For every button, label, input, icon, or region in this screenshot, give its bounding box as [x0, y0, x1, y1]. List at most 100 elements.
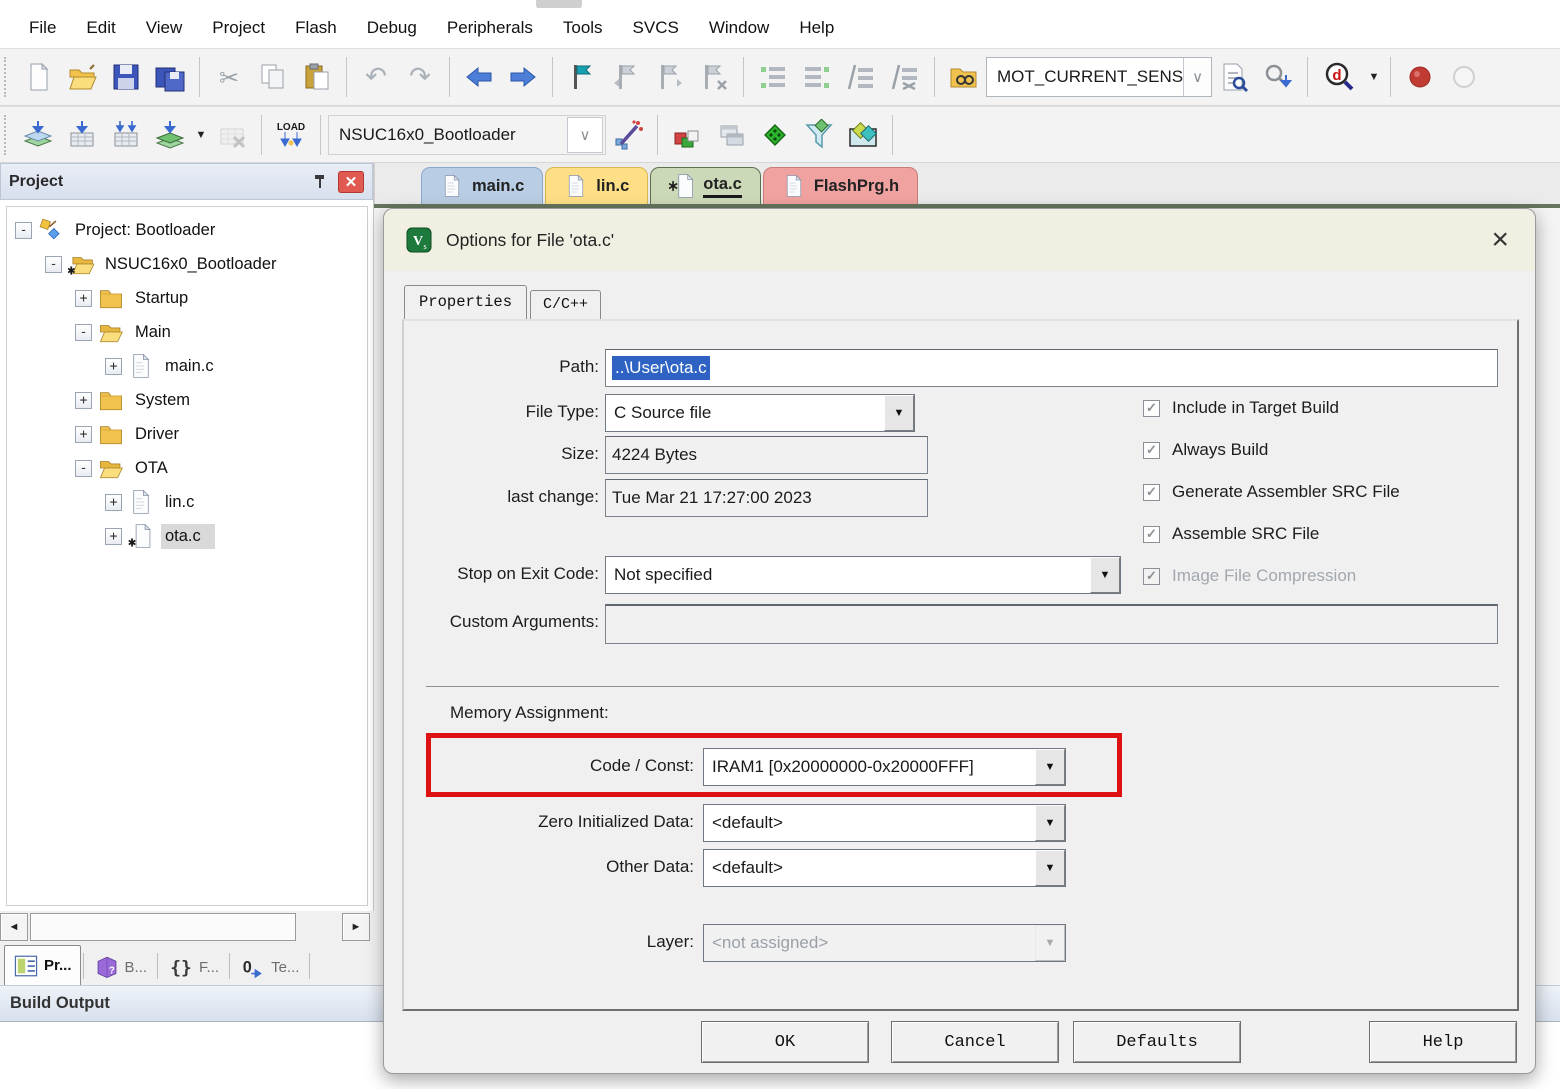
breakpoint-off-button[interactable]	[1442, 55, 1486, 99]
path-field[interactable]: ..\User\ota.c	[605, 349, 1498, 387]
expand-plus-icon[interactable]: +	[105, 494, 122, 511]
cancel-button[interactable]: Cancel	[891, 1021, 1059, 1063]
tree-item-ota[interactable]: - OTA	[7, 451, 367, 485]
next-bookmark-button[interactable]	[648, 55, 692, 99]
other-data-dropdown-icon[interactable]: ▼	[1035, 850, 1065, 886]
dialog-close-icon[interactable]: ×	[1485, 225, 1515, 255]
indent-button[interactable]	[751, 55, 795, 99]
comment-button[interactable]	[839, 55, 883, 99]
menu-project[interactable]: Project	[197, 12, 280, 44]
checkbox-check-icon[interactable]: ✓	[1143, 442, 1160, 459]
tab-properties[interactable]: Properties	[404, 285, 527, 319]
batch-build-caret-icon[interactable]: ▼	[192, 113, 210, 157]
prev-bookmark-button[interactable]	[604, 55, 648, 99]
panel-tab-b[interactable]: ?B...	[86, 949, 156, 985]
undo-button[interactable]: ↶	[354, 55, 398, 99]
cut-button[interactable]: ✂	[207, 55, 251, 99]
target-select-dropdown-icon[interactable]: ∨	[567, 117, 603, 153]
breakpoint-red-button[interactable]	[1398, 55, 1442, 99]
tree-item-ota-c[interactable]: + ota.c	[7, 519, 367, 553]
paste-button[interactable]	[295, 55, 339, 99]
filter-diamond-button[interactable]	[797, 113, 841, 157]
panel-tab-pr[interactable]: Pr...	[4, 945, 81, 985]
close-panel-icon[interactable]: ✕	[338, 171, 364, 193]
tree-item-system[interactable]: + System	[7, 383, 367, 417]
collapse-minus-icon[interactable]: -	[15, 222, 32, 239]
load-download-button[interactable]: LOAD	[269, 113, 313, 157]
batch-build-button[interactable]	[148, 113, 192, 157]
checkbox-check-icon[interactable]: ✓	[1143, 400, 1160, 417]
panel-tab-f[interactable]: {}F...	[160, 949, 227, 985]
zero-init-dropdown-icon[interactable]: ▼	[1035, 805, 1065, 841]
incremental-find-button[interactable]	[1256, 55, 1300, 99]
menu-view[interactable]: View	[131, 12, 198, 44]
menu-flash[interactable]: Flash	[280, 12, 352, 44]
redo-button[interactable]: ↷	[398, 55, 442, 99]
checkbox-always-build[interactable]: ✓ Always Build	[1143, 435, 1513, 465]
menu-tools[interactable]: Tools	[548, 12, 618, 44]
translate-button[interactable]	[16, 113, 60, 157]
checkbox-check-icon[interactable]: ✓	[1143, 484, 1160, 501]
find-folder-button[interactable]	[942, 55, 986, 99]
defaults-button[interactable]: Defaults	[1073, 1021, 1241, 1063]
stop-on-exit-dropdown-icon[interactable]: ▼	[1090, 557, 1120, 593]
tree-item-lin-c[interactable]: + lin.c	[7, 485, 367, 519]
tree-item-project-bootloader[interactable]: - Project: Bootloader	[7, 213, 367, 247]
collapse-minus-icon[interactable]: -	[45, 256, 62, 273]
rebuild-button[interactable]	[104, 113, 148, 157]
menu-edit[interactable]: Edit	[71, 12, 130, 44]
scroll-left-icon[interactable]: ◄	[0, 913, 28, 941]
windows-button[interactable]	[709, 113, 753, 157]
menu-help[interactable]: Help	[784, 12, 849, 44]
build-button[interactable]	[60, 113, 104, 157]
help-search-button[interactable]: d	[1315, 55, 1365, 99]
tree-item-main-c[interactable]: + main.c	[7, 349, 367, 383]
scroll-right-icon[interactable]: ►	[342, 913, 370, 941]
outdent-button[interactable]	[795, 55, 839, 99]
nav-forward-button[interactable]	[501, 55, 545, 99]
save-button[interactable]	[104, 55, 148, 99]
toolbar-grip[interactable]	[4, 57, 10, 97]
menu-peripherals[interactable]: Peripherals	[432, 12, 548, 44]
expand-plus-icon[interactable]: +	[75, 290, 92, 307]
stop-on-exit-combo[interactable]: Not specified ▼	[605, 556, 1121, 594]
expand-plus-icon[interactable]: +	[75, 426, 92, 443]
tree-item-main[interactable]: - Main	[7, 315, 367, 349]
search-combo[interactable]: MOT_CURRENT_SENSE_L ∨	[986, 57, 1212, 97]
expand-plus-icon[interactable]: +	[105, 528, 122, 545]
checkbox-check-icon[interactable]: ✓	[1143, 526, 1160, 543]
file-type-dropdown-icon[interactable]: ▼	[884, 395, 914, 431]
custom-args-field[interactable]	[605, 604, 1498, 644]
code-const-dropdown-icon[interactable]: ▼	[1035, 749, 1065, 785]
menu-window[interactable]: Window	[694, 12, 784, 44]
nav-back-button[interactable]	[457, 55, 501, 99]
project-hscrollbar[interactable]: ◄ ►	[0, 911, 374, 943]
target-select-combo[interactable]: NSUC16x0_Bootloader ∨	[328, 115, 606, 155]
pin-icon[interactable]	[308, 170, 332, 194]
editor-tab-flashprg-h[interactable]: FlashPrg.h	[763, 167, 918, 204]
target-options-button[interactable]	[606, 113, 650, 157]
panel-tab-te[interactable]: 0Te...	[232, 949, 307, 985]
new-file-button[interactable]	[16, 55, 60, 99]
editor-tab-main-c[interactable]: main.c	[421, 167, 543, 204]
file-type-combo[interactable]: C Source file ▼	[605, 394, 915, 432]
expand-plus-icon[interactable]: +	[75, 392, 92, 409]
zero-init-combo[interactable]: <default> ▼	[703, 804, 1066, 842]
checkbox-assemble-src-file[interactable]: ✓ Assemble SRC File	[1143, 519, 1513, 549]
tree-item-startup[interactable]: + Startup	[7, 281, 367, 315]
help-button[interactable]: Help	[1369, 1021, 1517, 1063]
ok-button[interactable]: OK	[701, 1021, 869, 1063]
menu-svcs[interactable]: SVCS	[618, 12, 694, 44]
select-packs-button[interactable]	[841, 113, 885, 157]
code-const-combo[interactable]: IRAM1 [0x20000000-0x20000FFF] ▼	[703, 748, 1066, 786]
checkbox-generate-assembler-src-file[interactable]: ✓ Generate Assembler SRC File	[1143, 477, 1513, 507]
tree-item-driver[interactable]: + Driver	[7, 417, 367, 451]
manage-components-button[interactable]	[665, 113, 709, 157]
expand-plus-icon[interactable]: +	[105, 358, 122, 375]
search-combo-dropdown-icon[interactable]: ∨	[1183, 58, 1211, 96]
uncomment-button[interactable]	[883, 55, 927, 99]
pack-installer-button[interactable]	[753, 113, 797, 157]
open-folder-button[interactable]	[60, 55, 104, 99]
menu-file[interactable]: File	[14, 12, 71, 44]
copy-button[interactable]	[251, 55, 295, 99]
